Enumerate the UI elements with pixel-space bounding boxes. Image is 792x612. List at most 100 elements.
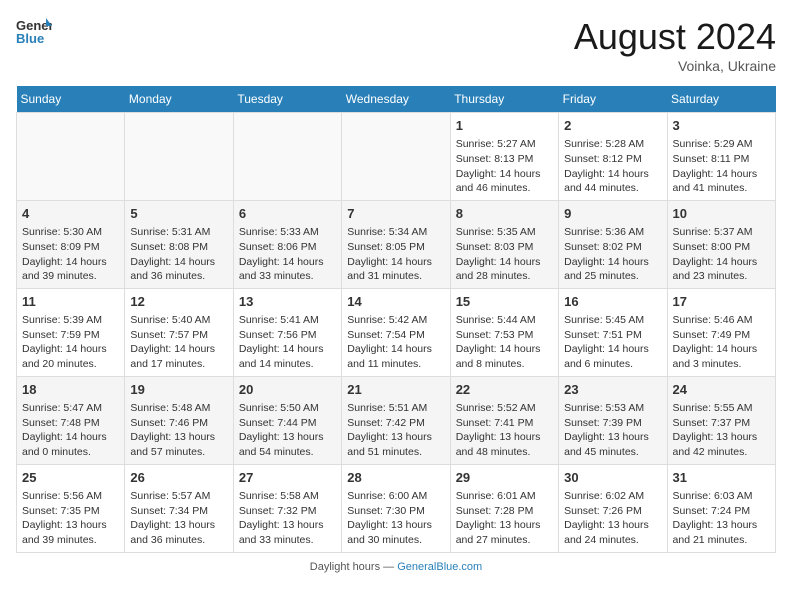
day-info: Sunrise: 5:34 AM Sunset: 8:05 PM Dayligh… bbox=[347, 225, 444, 284]
day-number: 25 bbox=[22, 469, 119, 487]
calendar-cell: 11Sunrise: 5:39 AM Sunset: 7:59 PM Dayli… bbox=[17, 288, 125, 376]
calendar-cell: 23 Sunrise: 5:53 AM Sunset: 7:39 PM Dayli… bbox=[559, 376, 667, 464]
calendar-cell bbox=[342, 113, 450, 201]
day-info: Sunrise: 5:44 AM Sunset: 7:53 PM Dayligh… bbox=[456, 313, 553, 372]
calendar-cell: 26 Sunrise: 5:57 AM Sunset: 7:34 PM Dayli… bbox=[125, 464, 233, 552]
logo[interactable]: General Blue bbox=[16, 16, 52, 46]
calendar-week-1: 1Sunrise: 5:27 AM Sunset: 8:13 PM Daylig… bbox=[17, 113, 776, 201]
calendar-cell: 25 Sunrise: 5:56 AM Sunset: 7:35 PM Dayli… bbox=[17, 464, 125, 552]
page-header: General Blue August 2024 Voinka, Ukraine bbox=[16, 16, 776, 74]
calendar-cell: 18 Sunrise: 5:47 AM Sunset: 7:48 PM Dayli… bbox=[17, 376, 125, 464]
day-info: Sunrise: 5:27 AM Sunset: 8:13 PM Dayligh… bbox=[456, 137, 553, 196]
day-number: 8 bbox=[456, 205, 553, 223]
calendar-cell: 2 Sunrise: 5:28 AM Sunset: 8:12 PM Daylig… bbox=[559, 113, 667, 201]
day-info: Sunrise: 5:46 AM Sunset: 7:49 PM Dayligh… bbox=[673, 313, 770, 372]
calendar-cell: 4 Sunrise: 5:30 AM Sunset: 8:09 PM Daylig… bbox=[17, 200, 125, 288]
day-number: 22 bbox=[456, 381, 553, 399]
calendar-cell: 1Sunrise: 5:27 AM Sunset: 8:13 PM Daylig… bbox=[450, 113, 558, 201]
footer-link[interactable]: GeneralBlue.com bbox=[397, 561, 482, 573]
calendar-cell: 9Sunrise: 5:36 AM Sunset: 8:02 PM Daylig… bbox=[559, 200, 667, 288]
day-number: 29 bbox=[456, 469, 553, 487]
calendar-cell: 29 Sunrise: 6:01 AM Sunset: 7:28 PM Dayli… bbox=[450, 464, 558, 552]
calendar-cell: 30 Sunrise: 6:02 AM Sunset: 7:26 PM Dayli… bbox=[559, 464, 667, 552]
day-number: 28 bbox=[347, 469, 444, 487]
calendar-week-4: 18 Sunrise: 5:47 AM Sunset: 7:48 PM Dayli… bbox=[17, 376, 776, 464]
day-info: Sunrise: 6:01 AM Sunset: 7:28 PM Dayligh… bbox=[456, 489, 553, 548]
calendar-cell: 13 Sunrise: 5:41 AM Sunset: 7:56 PM Dayli… bbox=[233, 288, 341, 376]
calendar-cell: 8 Sunrise: 5:35 AM Sunset: 8:03 PM Daylig… bbox=[450, 200, 558, 288]
calendar-cell: 24Sunrise: 5:55 AM Sunset: 7:37 PM Dayli… bbox=[667, 376, 775, 464]
weekday-header-thursday: Thursday bbox=[450, 86, 558, 113]
day-number: 26 bbox=[130, 469, 227, 487]
day-number: 3 bbox=[673, 117, 770, 135]
day-info: Sunrise: 5:56 AM Sunset: 7:35 PM Dayligh… bbox=[22, 489, 119, 548]
day-number: 11 bbox=[22, 293, 119, 311]
calendar-cell: 31Sunrise: 6:03 AM Sunset: 7:24 PM Dayli… bbox=[667, 464, 775, 552]
location: Voinka, Ukraine bbox=[574, 58, 776, 74]
day-number: 4 bbox=[22, 205, 119, 223]
day-info: Sunrise: 5:37 AM Sunset: 8:00 PM Dayligh… bbox=[673, 225, 770, 284]
title-block: August 2024 Voinka, Ukraine bbox=[574, 16, 776, 74]
day-info: Sunrise: 5:40 AM Sunset: 7:57 PM Dayligh… bbox=[130, 313, 227, 372]
day-number: 6 bbox=[239, 205, 336, 223]
day-info: Sunrise: 5:50 AM Sunset: 7:44 PM Dayligh… bbox=[239, 401, 336, 460]
weekday-header-tuesday: Tuesday bbox=[233, 86, 341, 113]
day-info: Sunrise: 5:42 AM Sunset: 7:54 PM Dayligh… bbox=[347, 313, 444, 372]
day-info: Sunrise: 5:28 AM Sunset: 8:12 PM Dayligh… bbox=[564, 137, 661, 196]
weekday-header-sunday: Sunday bbox=[17, 86, 125, 113]
calendar-week-2: 4 Sunrise: 5:30 AM Sunset: 8:09 PM Daylig… bbox=[17, 200, 776, 288]
calendar-cell: 21Sunrise: 5:51 AM Sunset: 7:42 PM Dayli… bbox=[342, 376, 450, 464]
day-info: Sunrise: 5:51 AM Sunset: 7:42 PM Dayligh… bbox=[347, 401, 444, 460]
calendar-week-3: 11Sunrise: 5:39 AM Sunset: 7:59 PM Dayli… bbox=[17, 288, 776, 376]
svg-text:Blue: Blue bbox=[16, 31, 44, 46]
day-number: 13 bbox=[239, 293, 336, 311]
day-info: Sunrise: 6:00 AM Sunset: 7:30 PM Dayligh… bbox=[347, 489, 444, 548]
day-number: 23 bbox=[564, 381, 661, 399]
day-info: Sunrise: 5:52 AM Sunset: 7:41 PM Dayligh… bbox=[456, 401, 553, 460]
day-number: 31 bbox=[673, 469, 770, 487]
calendar-cell: 14 Sunrise: 5:42 AM Sunset: 7:54 PM Dayli… bbox=[342, 288, 450, 376]
calendar-cell: 10 Sunrise: 5:37 AM Sunset: 8:00 PM Dayli… bbox=[667, 200, 775, 288]
day-info: Sunrise: 5:47 AM Sunset: 7:48 PM Dayligh… bbox=[22, 401, 119, 460]
weekday-header-saturday: Saturday bbox=[667, 86, 775, 113]
weekday-header-wednesday: Wednesday bbox=[342, 86, 450, 113]
day-info: Sunrise: 5:53 AM Sunset: 7:39 PM Dayligh… bbox=[564, 401, 661, 460]
calendar-body: 1Sunrise: 5:27 AM Sunset: 8:13 PM Daylig… bbox=[17, 113, 776, 553]
day-number: 17 bbox=[673, 293, 770, 311]
weekday-header-friday: Friday bbox=[559, 86, 667, 113]
calendar-cell bbox=[125, 113, 233, 201]
calendar-cell: 20 Sunrise: 5:50 AM Sunset: 7:44 PM Dayli… bbox=[233, 376, 341, 464]
day-number: 20 bbox=[239, 381, 336, 399]
weekday-header-monday: Monday bbox=[125, 86, 233, 113]
calendar-cell: 16Sunrise: 5:45 AM Sunset: 7:51 PM Dayli… bbox=[559, 288, 667, 376]
day-info: Sunrise: 6:02 AM Sunset: 7:26 PM Dayligh… bbox=[564, 489, 661, 548]
calendar-cell bbox=[17, 113, 125, 201]
day-info: Sunrise: 5:31 AM Sunset: 8:08 PM Dayligh… bbox=[130, 225, 227, 284]
day-info: Sunrise: 5:55 AM Sunset: 7:37 PM Dayligh… bbox=[673, 401, 770, 460]
calendar-cell: 19Sunrise: 5:48 AM Sunset: 7:46 PM Dayli… bbox=[125, 376, 233, 464]
day-number: 14 bbox=[347, 293, 444, 311]
day-number: 9 bbox=[564, 205, 661, 223]
day-number: 19 bbox=[130, 381, 227, 399]
day-info: Sunrise: 5:41 AM Sunset: 7:56 PM Dayligh… bbox=[239, 313, 336, 372]
day-info: Sunrise: 5:35 AM Sunset: 8:03 PM Dayligh… bbox=[456, 225, 553, 284]
day-info: Sunrise: 5:30 AM Sunset: 8:09 PM Dayligh… bbox=[22, 225, 119, 284]
weekday-header-row: SundayMondayTuesdayWednesdayThursdayFrid… bbox=[17, 86, 776, 113]
day-number: 15 bbox=[456, 293, 553, 311]
day-info: Sunrise: 5:29 AM Sunset: 8:11 PM Dayligh… bbox=[673, 137, 770, 196]
calendar-cell: 17 Sunrise: 5:46 AM Sunset: 7:49 PM Dayli… bbox=[667, 288, 775, 376]
day-number: 18 bbox=[22, 381, 119, 399]
day-info: Sunrise: 5:57 AM Sunset: 7:34 PM Dayligh… bbox=[130, 489, 227, 548]
day-number: 10 bbox=[673, 205, 770, 223]
calendar-cell: 15 Sunrise: 5:44 AM Sunset: 7:53 PM Dayli… bbox=[450, 288, 558, 376]
day-number: 30 bbox=[564, 469, 661, 487]
day-info: Sunrise: 5:33 AM Sunset: 8:06 PM Dayligh… bbox=[239, 225, 336, 284]
calendar-cell: 28 Sunrise: 6:00 AM Sunset: 7:30 PM Dayli… bbox=[342, 464, 450, 552]
calendar-cell bbox=[233, 113, 341, 201]
calendar-cell: 3 Sunrise: 5:29 AM Sunset: 8:11 PM Daylig… bbox=[667, 113, 775, 201]
calendar-table: SundayMondayTuesdayWednesdayThursdayFrid… bbox=[16, 86, 776, 553]
day-number: 2 bbox=[564, 117, 661, 135]
calendar-cell: 27Sunrise: 5:58 AM Sunset: 7:32 PM Dayli… bbox=[233, 464, 341, 552]
month-title: August 2024 bbox=[574, 16, 776, 58]
day-number: 7 bbox=[347, 205, 444, 223]
